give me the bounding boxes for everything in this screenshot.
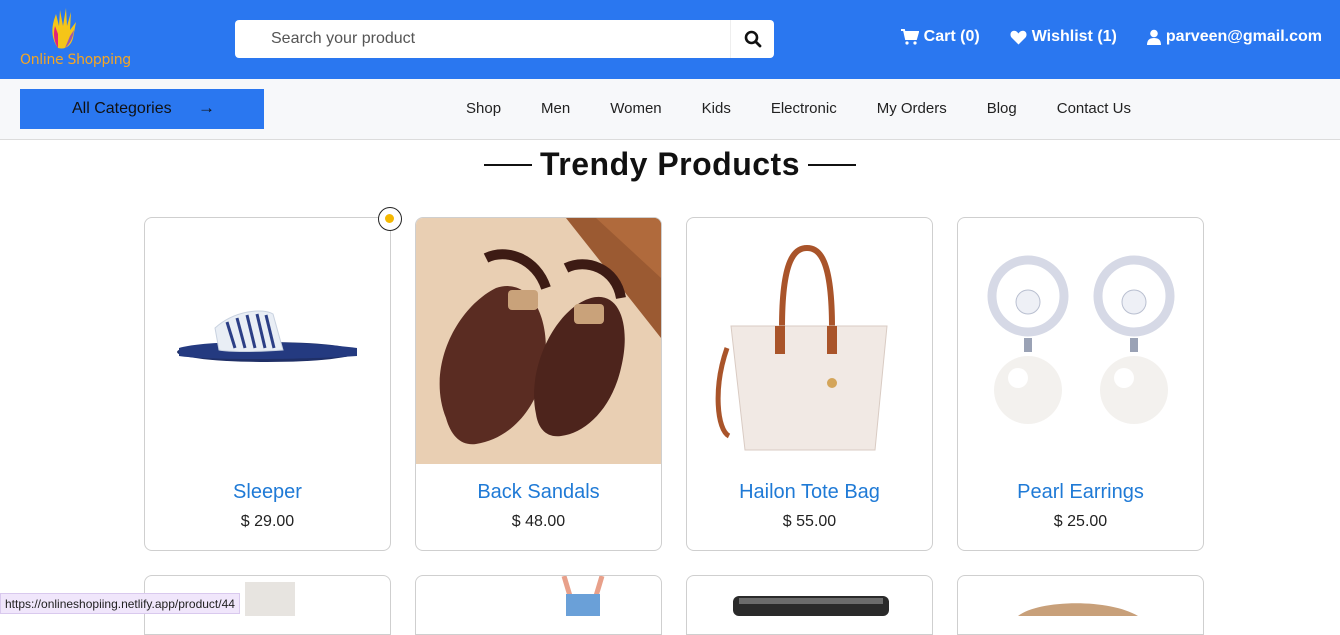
account-link[interactable]: parveen@gmail.com [1146, 28, 1322, 46]
product-price: $ 48.00 [511, 513, 566, 530]
cursor-indicator-icon [378, 207, 402, 231]
nav-item-contact-us[interactable]: Contact Us [1057, 100, 1131, 117]
search-icon [744, 30, 761, 48]
nav-bar: All Categories → Shop Men Women Kids Ele… [0, 79, 1340, 140]
product-name[interactable]: Pearl Earrings [958, 481, 1203, 504]
product-card[interactable]: Back Sandals $ 48.00 [415, 217, 662, 551]
header-links: Cart (0) Wishlist (1) parveen@gmail.com [900, 28, 1322, 46]
product-card[interactable] [415, 575, 662, 635]
product-image [733, 596, 889, 616]
user-email: parveen@gmail.com [1165, 28, 1322, 45]
wishlist-link[interactable]: Wishlist (1) [1010, 28, 1117, 46]
title-divider-right [808, 163, 856, 166]
search-bar [235, 20, 774, 58]
logo-text: Online Shopping [20, 52, 131, 68]
nav-item-women[interactable]: Women [610, 100, 661, 117]
all-categories-button[interactable]: All Categories → [20, 89, 264, 129]
product-image [561, 576, 605, 616]
product-image [987, 255, 1175, 424]
cart-label: Cart (0) [923, 28, 980, 45]
status-bar-url: https://onlineshopiing.netlify.app/produ… [0, 593, 240, 614]
product-card[interactable] [686, 575, 933, 635]
cart-icon [900, 29, 919, 45]
product-image [715, 244, 888, 451]
product-card[interactable]: Pearl Earrings $ 25.00 [957, 217, 1204, 551]
product-image [416, 218, 661, 464]
wishlist-label: Wishlist (1) [1031, 28, 1117, 45]
arrow-right-icon: → [198, 98, 215, 117]
all-categories-label: All Categories [72, 100, 172, 117]
nav-item-men[interactable]: Men [541, 100, 570, 117]
product-image [1018, 603, 1138, 616]
product-name[interactable]: Hailon Tote Bag [687, 481, 932, 504]
heart-icon [1010, 30, 1027, 44]
section-title: Trendy Products [0, 146, 1340, 183]
site-logo[interactable]: Online Shopping [18, 4, 131, 70]
product-name[interactable]: Sleeper [145, 481, 390, 504]
top-header: Online Shopping Cart (0) Wishlist (1) [0, 0, 1340, 79]
section-title-text: Trendy Products [540, 146, 800, 182]
product-card[interactable] [957, 575, 1204, 635]
main-menu: Shop Men Women Kids Electronic My Orders… [466, 100, 1171, 117]
product-price: $ 55.00 [782, 513, 837, 530]
nav-item-shop[interactable]: Shop [466, 100, 501, 117]
product-card[interactable]: Hailon Tote Bag $ 55.00 [686, 217, 933, 551]
nav-item-blog[interactable]: Blog [987, 100, 1017, 117]
nav-item-kids[interactable]: Kids [702, 100, 731, 117]
cart-link[interactable]: Cart (0) [900, 28, 980, 46]
nav-item-electronic[interactable]: Electronic [771, 100, 837, 117]
product-name[interactable]: Back Sandals [416, 481, 661, 504]
user-icon [1146, 29, 1161, 45]
search-button[interactable] [730, 20, 774, 58]
product-card[interactable]: Sleeper $ 29.00 [144, 217, 391, 551]
product-price: $ 29.00 [240, 513, 295, 530]
nav-item-my-orders[interactable]: My Orders [877, 100, 947, 117]
hand-logo-icon [52, 8, 76, 49]
search-input[interactable] [235, 21, 725, 57]
title-divider-left [484, 163, 532, 166]
product-image [177, 310, 357, 362]
product-price: $ 25.00 [1053, 513, 1108, 530]
